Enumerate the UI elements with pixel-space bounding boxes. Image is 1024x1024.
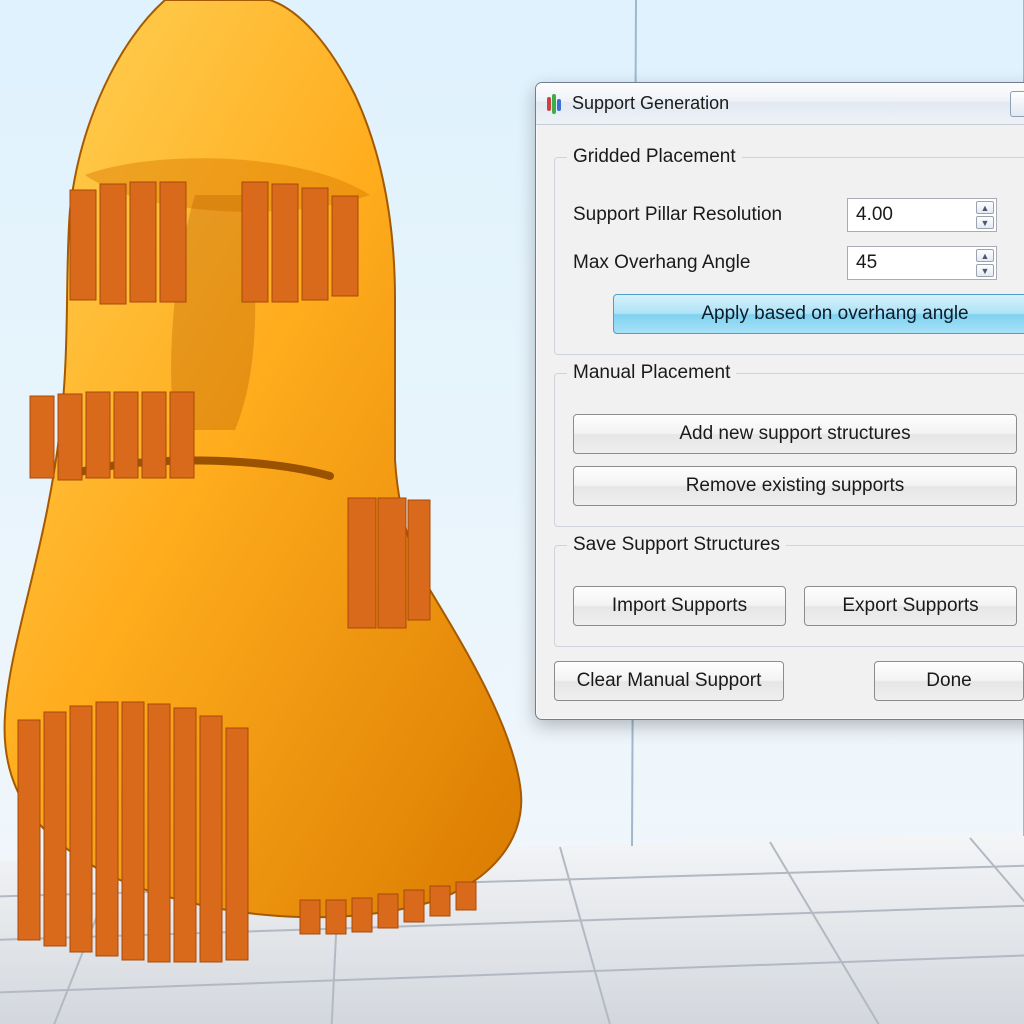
dialog-titlebar[interactable]: Support Generation ? xyxy=(536,83,1024,125)
import-supports-label: Import Supports xyxy=(612,595,747,617)
group-save-supports: Save Support Structures Import Supports … xyxy=(554,545,1024,647)
dialog-title: Support Generation xyxy=(572,93,1002,114)
label-overhang-angle: Max Overhang Angle xyxy=(573,252,833,274)
spinner-arrows[interactable]: ▲ ▼ xyxy=(976,249,994,277)
add-supports-label: Add new support structures xyxy=(679,423,910,445)
group-legend-gridded: Gridded Placement xyxy=(567,146,742,168)
remove-supports-label: Remove existing supports xyxy=(686,475,905,497)
input-pillar-resolution[interactable]: 4.00 ▲ ▼ xyxy=(847,198,997,232)
row-overhang-angle: Max Overhang Angle 45 ▲ ▼ xyxy=(573,246,1017,280)
help-button[interactable]: ? xyxy=(1010,91,1024,117)
spinner-arrows[interactable]: ▲ ▼ xyxy=(976,201,994,229)
support-generation-dialog: Support Generation ? Gridded Placement S… xyxy=(535,82,1024,720)
done-label: Done xyxy=(926,670,971,692)
apply-overhang-label: Apply based on overhang angle xyxy=(701,303,968,325)
import-supports-button[interactable]: Import Supports xyxy=(573,586,786,626)
row-pillar-resolution: Support Pillar Resolution 4.00 ▲ ▼ xyxy=(573,198,1017,232)
done-button[interactable]: Done xyxy=(874,661,1024,701)
export-supports-button[interactable]: Export Supports xyxy=(804,586,1017,626)
group-manual-placement: Manual Placement Add new support structu… xyxy=(554,373,1024,527)
label-pillar-resolution: Support Pillar Resolution xyxy=(573,204,833,226)
spin-down-icon[interactable]: ▼ xyxy=(976,264,994,277)
spin-up-icon[interactable]: ▲ xyxy=(976,201,994,214)
dialog-footer: Clear Manual Support Done xyxy=(554,661,1024,701)
spin-down-icon[interactable]: ▼ xyxy=(976,216,994,229)
clear-manual-support-button[interactable]: Clear Manual Support xyxy=(554,661,784,701)
group-legend-save: Save Support Structures xyxy=(567,534,786,556)
group-gridded-placement: Gridded Placement Support Pillar Resolut… xyxy=(554,157,1024,355)
export-supports-label: Export Supports xyxy=(842,595,978,617)
group-legend-manual: Manual Placement xyxy=(567,362,736,384)
apply-overhang-button[interactable]: Apply based on overhang angle xyxy=(613,294,1024,334)
spin-up-icon[interactable]: ▲ xyxy=(976,249,994,262)
remove-supports-button[interactable]: Remove existing supports xyxy=(573,466,1017,506)
input-pillar-resolution-value: 4.00 xyxy=(856,204,893,226)
input-overhang-angle-value: 45 xyxy=(856,252,877,274)
input-overhang-angle[interactable]: 45 ▲ ▼ xyxy=(847,246,997,280)
clear-manual-support-label: Clear Manual Support xyxy=(577,670,762,692)
add-supports-button[interactable]: Add new support structures xyxy=(573,414,1017,454)
dialog-body: Gridded Placement Support Pillar Resolut… xyxy=(536,125,1024,719)
app-icon xyxy=(546,93,564,115)
